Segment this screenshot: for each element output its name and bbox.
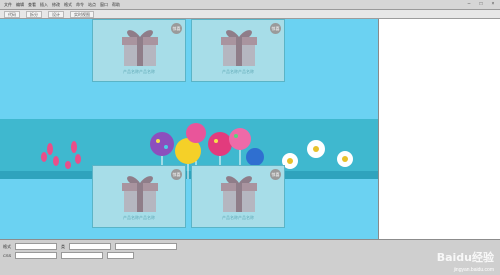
card-badge: 惊喜 — [270, 169, 281, 180]
minimize-icon[interactable]: – — [464, 1, 474, 7]
menu-item-modify[interactable]: 修改 — [52, 2, 60, 8]
card-caption: 产品名称产品名称 — [123, 69, 155, 74]
menu-item-edit[interactable]: 编辑 — [16, 2, 24, 8]
font-select[interactable] — [61, 252, 104, 259]
menu-item-format[interactable]: 格式 — [64, 2, 72, 8]
window-controls: – □ × — [464, 1, 498, 7]
card-caption: 产品名称产品名称 — [123, 215, 155, 220]
card-badge: 惊喜 — [270, 23, 281, 34]
banner-illustration — [0, 119, 378, 179]
product-card[interactable]: 惊喜 产品名称产品名称 — [191, 165, 285, 228]
right-empty-panel — [378, 19, 500, 239]
menu-item-view[interactable]: 查看 — [28, 2, 36, 8]
tab-split[interactable]: 拆分 — [26, 10, 42, 18]
menu-item-commands[interactable]: 命令 — [76, 2, 84, 8]
document-toolbar: 代码 拆分 设计 实时视图 — [0, 10, 500, 19]
close-icon[interactable]: × — [488, 1, 498, 7]
menu-item-insert[interactable]: 插入 — [40, 2, 48, 8]
menu-item-file[interactable]: 文件 — [4, 2, 12, 8]
card-badge: 惊喜 — [171, 23, 182, 34]
card-caption: 产品名称产品名称 — [222, 215, 254, 220]
menu-bar: 文件 编辑 查看 插入 修改 格式 命令 站点 窗口 帮助 — [0, 0, 500, 9]
link-field[interactable] — [115, 243, 177, 250]
class-select[interactable] — [69, 243, 111, 250]
maximize-icon[interactable]: □ — [476, 1, 486, 7]
design-canvas[interactable]: 惊喜 产品名称产品名称 惊喜 产品名称产品名称 惊喜 产品名称产品名称 惊喜 产… — [0, 19, 378, 239]
candy-banner-image — [0, 119, 378, 179]
class-label: 类 — [61, 243, 65, 249]
product-card[interactable]: 惊喜 产品名称产品名称 — [92, 165, 186, 228]
baidu-url-watermark: jingyan.baidu.com — [453, 267, 494, 273]
menu-item-help[interactable]: 帮助 — [112, 2, 120, 8]
baidu-logo-watermark: Baidu经验 — [436, 251, 494, 264]
menu-item-window[interactable]: 窗口 — [100, 2, 108, 8]
tab-live-view[interactable]: 实时视图 — [70, 10, 94, 18]
gift-icon — [122, 30, 158, 66]
card-badge: 惊喜 — [171, 169, 182, 180]
format-select[interactable] — [15, 243, 57, 250]
properties-row: 格式 类 — [3, 243, 497, 250]
tab-code[interactable]: 代码 — [4, 10, 20, 18]
css-label: CSS — [3, 253, 12, 258]
menu-item-site[interactable]: 站点 — [88, 2, 96, 8]
product-card[interactable]: 惊喜 产品名称产品名称 — [92, 19, 186, 82]
card-caption: 产品名称产品名称 — [222, 69, 254, 74]
gift-icon — [221, 176, 257, 212]
format-label: 格式 — [3, 243, 11, 249]
properties-row: CSS — [3, 252, 497, 259]
properties-panel: 格式 类 CSS Baidu经验 jingyan.baidu.com — [0, 239, 500, 275]
gift-icon — [122, 176, 158, 212]
size-select[interactable] — [107, 252, 135, 259]
tab-design[interactable]: 设计 — [48, 10, 64, 18]
css-select[interactable] — [15, 252, 58, 259]
gift-icon — [221, 30, 257, 66]
product-card[interactable]: 惊喜 产品名称产品名称 — [191, 19, 285, 82]
